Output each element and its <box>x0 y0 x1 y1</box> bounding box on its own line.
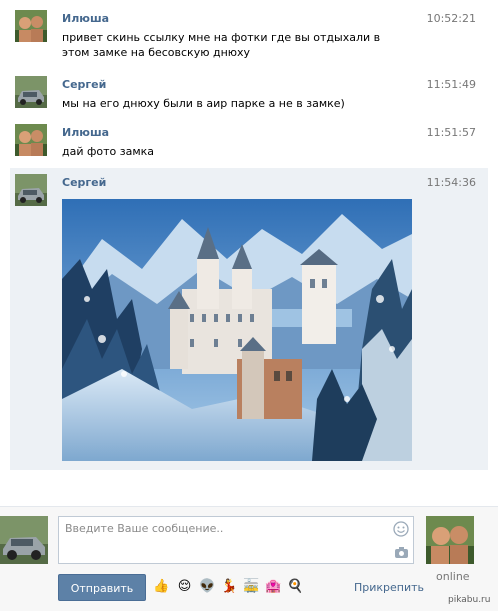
friend-avatar[interactable] <box>426 516 474 564</box>
avatar-sergey[interactable] <box>15 76 47 108</box>
message-text: мы на его днюху были в аир парке а не в … <box>62 97 345 110</box>
my-avatar[interactable] <box>0 516 48 564</box>
alien-emoji-icon[interactable]: 👽 <box>199 578 216 595</box>
send-button[interactable]: Отправить <box>58 574 146 601</box>
avatar-ilyusha[interactable] <box>15 124 47 156</box>
message-text: привет скинь ссылку мне на фотки где вы … <box>62 31 381 59</box>
thumbs-up-emoji-icon[interactable]: 👍 <box>153 578 170 595</box>
message-time[interactable]: 11:54:36 <box>427 176 476 189</box>
attach-link[interactable]: Прикрепить <box>354 581 424 594</box>
message-author[interactable]: Илюша <box>62 126 109 139</box>
message-author[interactable]: Илюша <box>62 12 109 25</box>
castle-photo[interactable] <box>62 199 412 461</box>
message-composer: online Отправить 👍 😌 👽 💃 🚋 🏩 🍳 Прикрепит… <box>0 506 498 611</box>
relieved-face-emoji-icon[interactable]: 😌 <box>176 578 193 595</box>
avatar-sergey[interactable] <box>15 174 47 206</box>
message-item: Илюша 10:52:21 привет скинь ссылку мне н… <box>10 4 488 64</box>
message-item: Сергей 11:51:49 мы на его днюху были в а… <box>10 70 488 116</box>
smiley-icon[interactable] <box>393 521 409 537</box>
message-time[interactable]: 11:51:49 <box>427 78 476 91</box>
message-time[interactable]: 11:51:57 <box>427 126 476 139</box>
avatar-ilyusha[interactable] <box>15 10 47 42</box>
watermark: pikabu.ru <box>448 595 491 605</box>
online-status: online <box>436 570 470 583</box>
message-input[interactable] <box>59 517 379 563</box>
message-text: дай фото замка <box>62 145 155 158</box>
dancer-emoji-icon[interactable]: 💃 <box>221 578 238 595</box>
camera-icon[interactable] <box>394 546 409 559</box>
message-item: Сергей 11:54:36 <box>10 168 488 470</box>
love-hotel-emoji-icon[interactable]: 🏩 <box>265 578 282 595</box>
message-author[interactable]: Сергей <box>62 78 106 91</box>
fried-egg-emoji-icon[interactable]: 🍳 <box>287 578 304 595</box>
message-author[interactable]: Сергей <box>62 176 106 189</box>
message-time[interactable]: 10:52:21 <box>427 12 476 25</box>
message-item: Илюша 11:51:57 дай фото замка <box>10 118 488 166</box>
tram-emoji-icon[interactable]: 🚋 <box>243 578 260 595</box>
message-field <box>58 516 414 564</box>
